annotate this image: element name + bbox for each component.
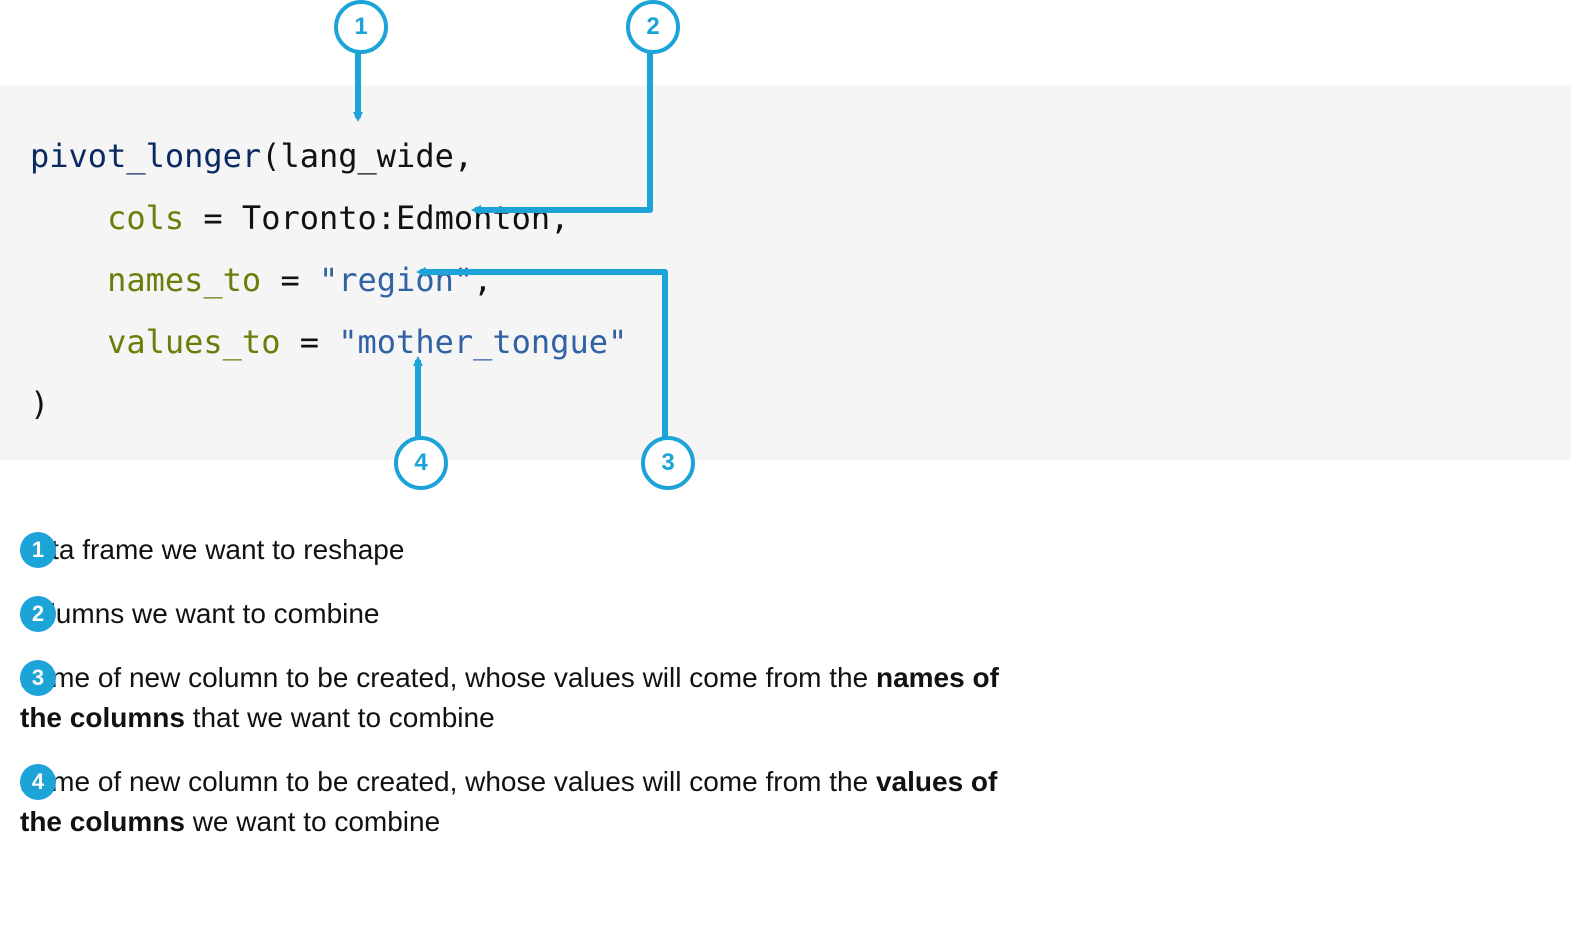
legend-badge-2: 2 (20, 596, 56, 632)
code-snippet: pivot_longer(lang_wide, cols = Toronto:E… (30, 125, 627, 435)
code-function: pivot_longer (30, 137, 261, 175)
code-comma-1: , (454, 137, 473, 175)
legend-text-1: data frame we want to reshape (20, 530, 404, 570)
callout-badge-1: 1 (334, 0, 388, 54)
legend-text-2: columns we want to combine (20, 594, 380, 634)
callout-badge-4: 4 (394, 436, 448, 490)
legend-text-4: name of new column to be created, whose … (20, 762, 1020, 842)
legend-badge-4: 4 (20, 764, 56, 800)
legend-text-3: name of new column to be created, whose … (20, 658, 1020, 738)
legend-item-1: 1 data frame we want to reshape (20, 530, 1020, 570)
code-names-to-keyword: names_to (107, 261, 261, 299)
code-names-to-value: "region" (319, 261, 473, 299)
code-paren-close: ) (30, 385, 49, 423)
legend-badge-1: 1 (20, 532, 56, 568)
code-cols-keyword: cols (107, 199, 184, 237)
diagram-canvas: pivot_longer(lang_wide, cols = Toronto:E… (0, 0, 1571, 933)
legend: 1 data frame we want to reshape 2 column… (20, 530, 1020, 866)
code-paren-open: ( (261, 137, 280, 175)
callout-badge-3: 3 (641, 436, 695, 490)
legend-item-4: 4 name of new column to be created, whos… (20, 762, 1020, 842)
legend-item-3: 3 name of new column to be created, whos… (20, 658, 1020, 738)
code-cols-value: Toronto:Edmonton (242, 199, 550, 237)
code-comma-2: , (550, 199, 569, 237)
code-dataframe: lang_wide (280, 137, 453, 175)
code-values-to-keyword: values_to (107, 323, 280, 361)
legend-item-2: 2 columns we want to combine (20, 594, 1020, 634)
legend-badge-3: 3 (20, 660, 56, 696)
callout-badge-2: 2 (626, 0, 680, 54)
code-comma-3: , (473, 261, 492, 299)
code-values-to-value: "mother_tongue" (338, 323, 627, 361)
